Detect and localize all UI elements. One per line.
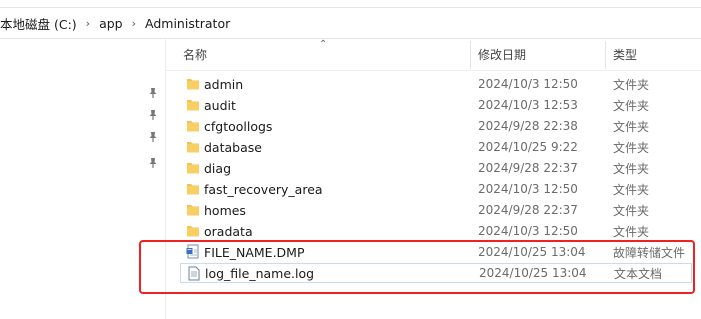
- file-modified: 2024/10/3 12:50: [478, 224, 578, 238]
- file-modified: 2024/9/28 22:37: [478, 203, 578, 217]
- file-name: cfgtoollogs: [204, 118, 273, 134]
- file-row[interactable]: diag 2024/9/28 22:37 文件夹: [180, 158, 692, 178]
- navigation-pane[interactable]: [0, 38, 166, 319]
- file-row[interactable]: FILE_NAME.DMP 2024/10/25 13:04 故障转储文件: [180, 242, 692, 262]
- file-type: 文件夹: [613, 161, 650, 176]
- breadcrumb-drive[interactable]: 本地磁盘 (C:): [0, 14, 77, 33]
- file-type: 文本文档: [614, 266, 663, 281]
- file-modified: 2024/10/25 9:22: [478, 140, 578, 154]
- file-name: homes: [204, 202, 246, 218]
- file-type: 文件夹: [613, 203, 650, 218]
- column-header-row: ⌃ 名称 修改日期 类型: [166, 38, 701, 71]
- file-type: 文件夹: [613, 182, 650, 197]
- pin-icon: [149, 110, 157, 120]
- file-type: 文件夹: [613, 140, 650, 155]
- file-type: 故障转储文件: [613, 245, 686, 260]
- file-name: audit: [204, 97, 236, 113]
- file-modified: 2024/10/3 12:50: [478, 182, 578, 196]
- file-type: 文件夹: [613, 77, 650, 92]
- breadcrumb-app[interactable]: app: [99, 16, 123, 31]
- file-type: 文件夹: [613, 98, 650, 113]
- folder-icon: [187, 184, 199, 195]
- file-modified: 2024/10/25 13:04: [478, 245, 586, 259]
- file-modified: 2024/10/3 12:53: [478, 98, 578, 112]
- folder-icon: [187, 163, 199, 174]
- file-row[interactable]: fast_recovery_area 2024/10/3 12:50 文件夹: [180, 179, 692, 199]
- column-divider[interactable]: [470, 41, 471, 69]
- folder-icon: [187, 142, 199, 153]
- file-row[interactable]: admin 2024/10/3 12:50 文件夹: [180, 74, 692, 94]
- file-name: oradata: [204, 223, 253, 239]
- file-row[interactable]: database 2024/10/25 9:22 文件夹: [180, 137, 692, 157]
- file-modified: 2024/10/25 13:04: [479, 266, 587, 280]
- folder-icon: [187, 205, 199, 216]
- sort-ascending-icon: ⌃: [319, 39, 328, 50]
- column-divider[interactable]: [605, 41, 606, 69]
- file-type: 文件夹: [613, 224, 650, 239]
- pin-icon: [149, 88, 157, 98]
- folder-icon: [187, 226, 199, 237]
- dump-file-icon: [186, 244, 199, 259]
- file-name: diag: [204, 160, 232, 176]
- chevron-right-icon[interactable]: ›: [86, 17, 90, 30]
- file-row[interactable]: homes 2024/9/28 22:37 文件夹: [180, 200, 692, 220]
- folder-icon: [187, 121, 199, 132]
- file-modified: 2024/9/28 22:37: [478, 161, 578, 175]
- file-name: database: [204, 139, 262, 155]
- folder-icon: [187, 100, 199, 111]
- column-header-modified[interactable]: 修改日期: [478, 46, 526, 63]
- breadcrumb-administrator[interactable]: Administrator: [145, 16, 230, 31]
- file-row-selected[interactable]: log_file_name.log 2024/10/25 13:04 文本文档: [180, 263, 692, 283]
- text-file-icon: [188, 266, 200, 281]
- file-row[interactable]: oradata 2024/10/3 12:50 文件夹: [180, 221, 692, 241]
- address-bar[interactable]: 本地磁盘 (C:) › app › Administrator: [0, 7, 701, 39]
- file-name: fast_recovery_area: [204, 181, 323, 197]
- pin-icon: [149, 158, 157, 168]
- file-modified: 2024/9/28 22:38: [478, 119, 578, 133]
- column-header-name[interactable]: 名称: [183, 46, 207, 63]
- file-name: FILE_NAME.DMP: [204, 244, 305, 260]
- file-type: 文件夹: [613, 119, 650, 134]
- chevron-right-icon[interactable]: ›: [132, 17, 136, 30]
- file-modified: 2024/10/3 12:50: [478, 77, 578, 91]
- file-name: log_file_name.log: [205, 265, 315, 281]
- file-row[interactable]: audit 2024/10/3 12:53 文件夹: [180, 95, 692, 115]
- column-header-type[interactable]: 类型: [613, 46, 637, 63]
- pin-icon: [149, 132, 157, 142]
- file-row[interactable]: cfgtoollogs 2024/9/28 22:38 文件夹: [180, 116, 692, 136]
- file-name: admin: [204, 76, 244, 92]
- folder-icon: [187, 79, 199, 90]
